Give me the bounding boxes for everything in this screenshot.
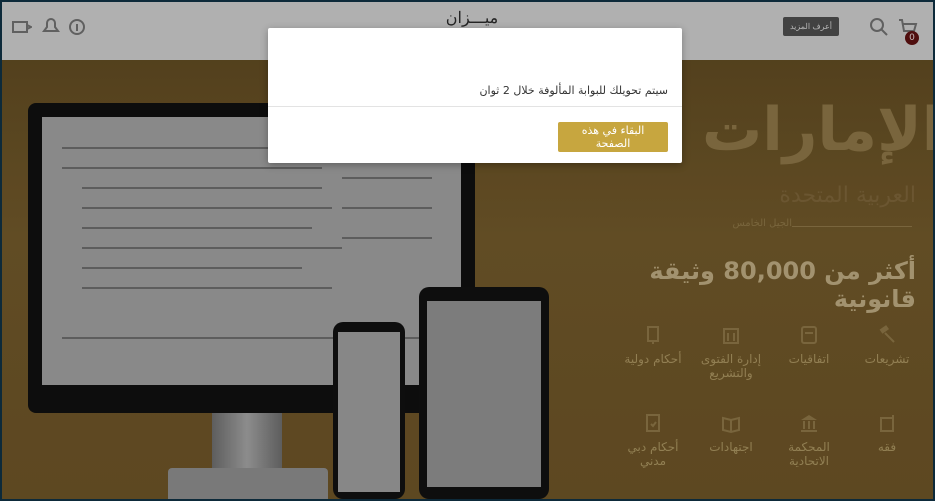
app-frame: ميـــزان أعرف المزيد 0 الإمارات العربية … — [2, 2, 933, 499]
stay-on-page-button[interactable]: البقاء في هذه الصفحة — [558, 122, 668, 152]
modal-divider — [268, 106, 682, 107]
redirect-modal: سيتم تحويلك للبوابة المألوفة خلال 2 ثوان… — [268, 28, 682, 163]
redirect-message: سيتم تحويلك للبوابة المألوفة خلال 2 ثوان — [479, 84, 668, 97]
